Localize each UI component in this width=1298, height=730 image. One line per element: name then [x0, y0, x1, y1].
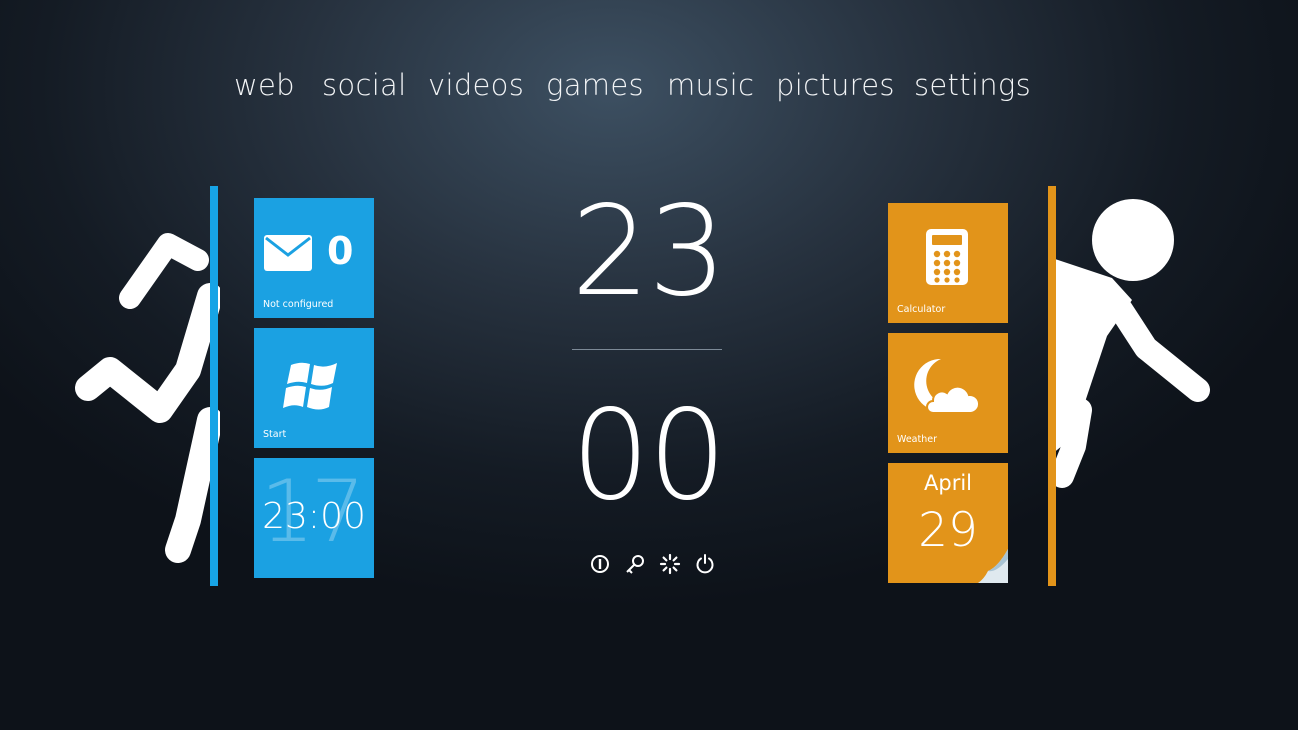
- clock-divider: [572, 349, 722, 350]
- clock-hour: 23: [571, 180, 727, 324]
- clock-tile-time: 23:00: [262, 496, 366, 537]
- blue-portal: [210, 186, 218, 586]
- weather-tile-label: Weather: [897, 434, 937, 445]
- running-figure-left: [75, 233, 220, 563]
- calendar-tile[interactable]: April 29: [888, 463, 1008, 583]
- mail-tile[interactable]: 0 Not configured: [254, 198, 374, 318]
- nav-item-pictures[interactable]: pictures: [776, 68, 895, 102]
- info-circle-icon[interactable]: [589, 553, 611, 575]
- power-icon[interactable]: [694, 553, 716, 575]
- running-figure-right: [1052, 199, 1210, 488]
- nav-item-social[interactable]: social: [322, 68, 406, 102]
- page-curl-icon: [978, 549, 1008, 583]
- start-tile-label: Start: [263, 429, 287, 440]
- calculator-tile-label: Calculator: [897, 304, 946, 315]
- clock-tile[interactable]: 17 23:00: [254, 458, 374, 578]
- nav-item-music[interactable]: music: [667, 68, 754, 102]
- nav-item-web[interactable]: web: [234, 68, 295, 102]
- calculator-icon: [926, 229, 968, 285]
- main-nav: web social videos games music pictures s…: [0, 68, 1298, 112]
- mail-icon: [264, 235, 312, 271]
- calendar-month: April: [924, 471, 972, 495]
- nav-item-videos[interactable]: videos: [428, 68, 524, 102]
- key-icon[interactable]: [624, 553, 646, 575]
- mail-tile-label: Not configured: [263, 299, 334, 310]
- nav-item-games[interactable]: games: [546, 68, 644, 102]
- orange-portal: [1048, 186, 1056, 586]
- windows-logo-icon: [283, 362, 337, 410]
- moon-cloud-icon: [914, 358, 980, 414]
- spinner-icon[interactable]: [659, 553, 681, 575]
- clock-minute: 00: [571, 384, 727, 528]
- calculator-tile[interactable]: Calculator: [888, 203, 1008, 323]
- weather-tile[interactable]: Weather: [888, 333, 1008, 453]
- nav-item-settings[interactable]: settings: [914, 68, 1031, 102]
- mail-count: 0: [327, 229, 354, 273]
- start-tile[interactable]: Start: [254, 328, 374, 448]
